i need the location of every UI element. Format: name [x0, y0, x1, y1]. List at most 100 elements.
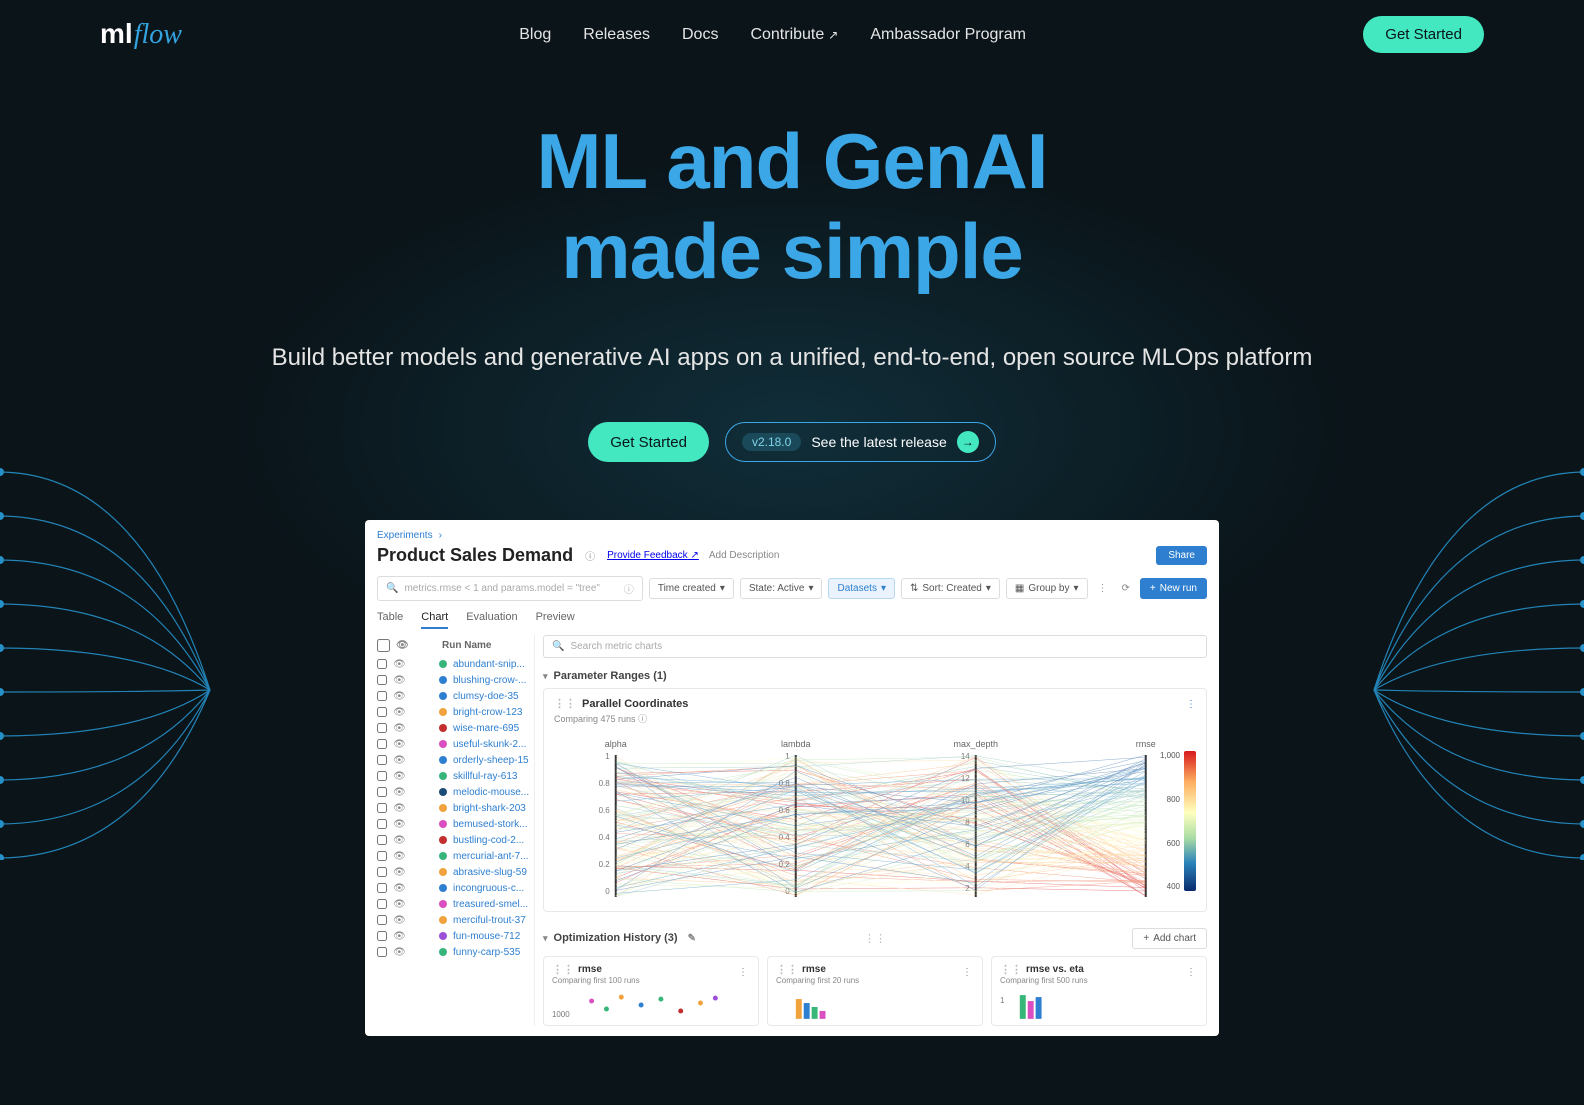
run-row[interactable]: 👁 wise-mare-695 [377, 720, 534, 736]
latest-release-button[interactable]: v2.18.0 See the latest release → [725, 422, 996, 462]
eye-icon[interactable]: 👁 [393, 867, 405, 878]
eye-icon[interactable]: 👁 [393, 915, 405, 926]
run-checkbox[interactable] [377, 867, 387, 877]
tab-evaluation[interactable]: Evaluation [466, 611, 517, 629]
nav-ambassador[interactable]: Ambassador Program [870, 26, 1026, 44]
state-filter[interactable]: State: Active ▾ [740, 578, 823, 599]
run-name-link[interactable]: orderly-sheep-15 [453, 755, 529, 766]
run-checkbox[interactable] [377, 915, 387, 925]
run-checkbox[interactable] [377, 803, 387, 813]
tab-table[interactable]: Table [377, 611, 403, 629]
run-checkbox[interactable] [377, 675, 387, 685]
run-checkbox[interactable] [377, 771, 387, 781]
search-runs-input[interactable]: 🔍 metrics.rmse < 1 and params.model = "t… [377, 576, 643, 601]
pencil-icon[interactable]: ✎ [688, 933, 696, 944]
eye-icon[interactable]: 👁 [393, 659, 405, 670]
run-row[interactable]: 👁 orderly-sheep-15 [377, 752, 534, 768]
run-row[interactable]: 👁 blushing-crow-... [377, 672, 534, 688]
eye-icon[interactable]: 👁 [393, 707, 405, 718]
run-checkbox[interactable] [377, 819, 387, 829]
info-icon[interactable]: ⓘ [585, 548, 595, 563]
tab-chart[interactable]: Chart [421, 611, 448, 629]
eye-icon[interactable]: 👁 [393, 691, 405, 702]
run-row[interactable]: 👁 abrasive-slug-59 [377, 864, 534, 880]
eye-icon[interactable]: 👁 [393, 787, 405, 798]
run-row[interactable]: 👁 treasured-smel... [377, 896, 534, 912]
run-name-link[interactable]: merciful-trout-37 [453, 915, 526, 926]
refresh-icon[interactable]: ⟳ [1118, 579, 1134, 598]
get-started-hero-button[interactable]: Get Started [588, 422, 709, 462]
run-name-link[interactable]: useful-skunk-2... [453, 739, 526, 750]
drag-handle-icon[interactable]: ⋮⋮ [776, 963, 798, 976]
run-checkbox[interactable] [377, 883, 387, 893]
eye-icon[interactable]: 👁 [393, 947, 405, 958]
run-checkbox[interactable] [377, 835, 387, 845]
run-row[interactable]: 👁 mercurial-ant-7... [377, 848, 534, 864]
param-ranges-section[interactable]: ▾ Parameter Ranges (1) [543, 664, 1207, 688]
run-checkbox[interactable] [377, 787, 387, 797]
eye-icon[interactable]: 👁 [393, 835, 405, 846]
nav-blog[interactable]: Blog [519, 26, 551, 44]
eye-icon[interactable]: 👁 [393, 739, 405, 750]
eye-icon[interactable]: 👁 [393, 723, 405, 734]
run-name-link[interactable]: bright-crow-123 [453, 707, 522, 718]
run-checkbox[interactable] [377, 755, 387, 765]
drag-handle-icon[interactable]: ⋮⋮ [1000, 963, 1022, 976]
eye-icon[interactable]: 👁 [396, 640, 408, 651]
run-checkbox[interactable] [377, 659, 387, 669]
nav-contribute[interactable]: Contribute↗ [750, 26, 838, 44]
run-name-link[interactable]: melodic-mouse... [453, 787, 529, 798]
run-checkbox[interactable] [377, 707, 387, 717]
run-row[interactable]: 👁 funny-carp-535 [377, 944, 534, 960]
opt-history-section[interactable]: ▾ Optimization History (3) ✎ [543, 926, 696, 950]
run-checkbox[interactable] [377, 691, 387, 701]
nav-docs[interactable]: Docs [682, 26, 718, 44]
run-name-link[interactable]: wise-mare-695 [453, 723, 519, 734]
run-name-link[interactable]: blushing-crow-... [453, 675, 526, 686]
new-run-button[interactable]: +New run [1140, 578, 1207, 599]
run-checkbox[interactable] [377, 899, 387, 909]
run-name-link[interactable]: incongruous-c... [453, 883, 524, 894]
panel-more-icon[interactable]: ⋮ [962, 967, 972, 978]
eye-icon[interactable]: 👁 [393, 803, 405, 814]
get-started-header-button[interactable]: Get Started [1363, 16, 1484, 53]
parallel-coords-chart[interactable]: alpha lambda max_depth rmse 110.80.80.60… [554, 737, 1196, 905]
run-name-link[interactable]: clumsy-doe-35 [453, 691, 519, 702]
eye-icon[interactable]: 👁 [393, 931, 405, 942]
select-all-checkbox[interactable] [377, 639, 390, 652]
run-name-link[interactable]: bemused-stork... [453, 819, 527, 830]
run-checkbox[interactable] [377, 931, 387, 941]
run-row[interactable]: 👁 bemused-stork... [377, 816, 534, 832]
run-checkbox[interactable] [377, 851, 387, 861]
panel-more-icon[interactable]: ⋮ [1186, 699, 1196, 710]
eye-icon[interactable]: 👁 [393, 883, 405, 894]
tab-preview[interactable]: Preview [536, 611, 575, 629]
run-row[interactable]: 👁 incongruous-c... [377, 880, 534, 896]
run-checkbox[interactable] [377, 723, 387, 733]
run-name-link[interactable]: skillful-ray-613 [453, 771, 517, 782]
mlflow-logo[interactable]: mlflow [100, 18, 182, 51]
sort-filter[interactable]: ⇅ Sort: Created ▾ [901, 578, 1000, 599]
run-row[interactable]: 👁 bustling-cod-2... [377, 832, 534, 848]
feedback-link[interactable]: Provide Feedback ↗ [607, 550, 699, 561]
run-name-link[interactable]: mercurial-ant-7... [453, 851, 529, 862]
nav-releases[interactable]: Releases [583, 26, 650, 44]
run-row[interactable]: 👁 bright-shark-203 [377, 800, 534, 816]
datasets-filter[interactable]: Datasets ▾ [828, 578, 895, 599]
panel-more-icon[interactable]: ⋮ [1186, 967, 1196, 978]
run-checkbox[interactable] [377, 947, 387, 957]
drag-handle-icon[interactable]: ⋮⋮ [554, 697, 576, 710]
run-row[interactable]: 👁 fun-mouse-712 [377, 928, 534, 944]
drag-handle-icon[interactable]: ⋮⋮ [552, 963, 574, 976]
run-name-link[interactable]: treasured-smel... [453, 899, 528, 910]
eye-icon[interactable]: 👁 [393, 819, 405, 830]
group-filter[interactable]: ▦ Group by ▾ [1006, 578, 1088, 599]
more-icon[interactable]: ⋮ [1094, 579, 1112, 598]
run-row[interactable]: 👁 skillful-ray-613 [377, 768, 534, 784]
panel-more-icon[interactable]: ⋮ [738, 967, 748, 978]
add-chart-button[interactable]: +Add chart [1132, 928, 1207, 949]
run-name-link[interactable]: abrasive-slug-59 [453, 867, 527, 878]
run-checkbox[interactable] [377, 739, 387, 749]
run-name-link[interactable]: abundant-snip... [453, 659, 525, 670]
run-row[interactable]: 👁 abundant-snip... [377, 656, 534, 672]
